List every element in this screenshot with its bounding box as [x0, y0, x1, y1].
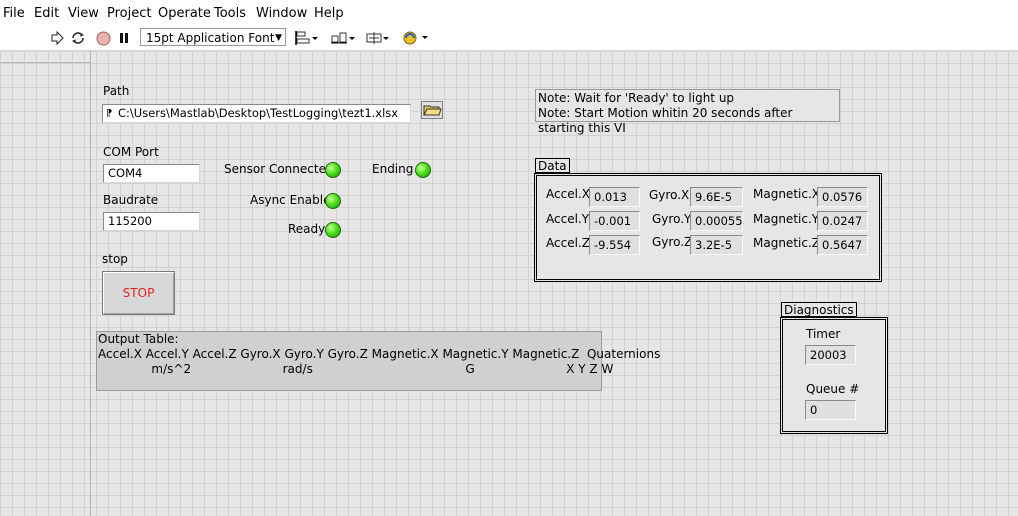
font-select[interactable]: 15pt Application Font ▼ — [140, 28, 286, 46]
accel-x-value: 0.013 — [589, 187, 640, 207]
timer-value: 20003 — [805, 345, 856, 365]
queue-value: 0 — [805, 400, 856, 420]
ready-led — [325, 222, 341, 238]
queue-label: Queue # — [806, 382, 860, 396]
async-enable-label: Async Enable — [250, 193, 331, 207]
abort-icon[interactable] — [95, 28, 111, 48]
com-port-input[interactable]: COM4 — [103, 164, 200, 183]
gyro-y-value: 0.000552 — [690, 211, 743, 231]
note-line-1: Note: Wait for 'Ready' to light up — [538, 91, 735, 105]
ending-led — [415, 162, 431, 178]
gyro-z-label: Gyro.Z — [652, 235, 693, 249]
font-select-value: 15pt Application Font — [146, 31, 275, 45]
sensor-connected-label: Sensor Connected — [224, 162, 334, 176]
distribute-icon[interactable] — [329, 28, 357, 48]
gyro-y-label: Gyro.Y — [652, 212, 692, 226]
menu-edit[interactable]: Edit — [34, 6, 59, 21]
run-arrow-icon[interactable] — [49, 28, 65, 48]
ready-label: Ready — [288, 222, 326, 236]
baudrate-input[interactable]: 115200 — [103, 212, 200, 231]
menu-project[interactable]: Project — [107, 6, 151, 21]
stop-label: stop — [102, 252, 128, 266]
output-table-headers: Accel.X Accel.Y Accel.Z Gyro.X Gyro.Y Gy… — [98, 347, 661, 361]
path-label: Path — [103, 84, 130, 98]
note-line-2: Note: Start Motion whitin 20 seconds aft… — [538, 106, 793, 135]
note-box: Note: Wait for 'Ready' to light up Note:… — [535, 89, 840, 135]
output-table-title: Output Table: — [98, 332, 179, 346]
menu-tools[interactable]: Tools — [214, 6, 246, 21]
magnetic-y-value: 0.0247 — [817, 211, 868, 231]
timer-label: Timer — [806, 327, 841, 341]
accel-z-label: Accel.Z — [546, 236, 590, 250]
magnetic-z-label: Magnetic.Z — [753, 236, 820, 250]
accel-x-label: Accel.X — [546, 187, 590, 201]
gyro-x-label: Gyro.X — [649, 188, 690, 202]
menu-help[interactable]: Help — [314, 6, 344, 21]
gyro-z-value: 3.2E-5 — [690, 235, 743, 255]
path-type-icon: ⁋ — [106, 108, 113, 119]
path-input[interactable]: ⁋ C:\Users\Mastlab\Desktop\TestLogging\t… — [102, 104, 411, 123]
baudrate-value: 115200 — [108, 214, 152, 228]
folder-icon — [423, 105, 442, 116]
diagnostics-cluster-label: Diagnostics — [781, 302, 857, 317]
output-table: Output Table: Accel.X Accel.Y Accel.Z Gy… — [96, 331, 661, 391]
magnetic-z-value: 0.5647 — [817, 235, 868, 255]
align-icon[interactable] — [293, 28, 321, 48]
com-port-value: COM4 — [108, 166, 143, 180]
menu-bar: File Edit View Project Operate Tools Win… — [0, 0, 1018, 26]
baudrate-label: Baudrate — [103, 193, 159, 207]
reorder-icon[interactable] — [401, 28, 431, 48]
toolbar: 15pt Application Font ▼ — [0, 26, 1018, 51]
run-continuous-icon[interactable] — [69, 28, 87, 48]
resize-icon[interactable] — [364, 28, 392, 48]
com-port-label: COM Port — [103, 145, 159, 159]
magnetic-x-value: 0.0576 — [817, 187, 868, 207]
panel-divider-horizontal — [0, 62, 90, 63]
async-enable-led — [325, 193, 341, 209]
accel-z-value: -9.554 — [589, 235, 640, 255]
magnetic-x-label: Magnetic.X — [753, 187, 820, 201]
stop-button[interactable]: STOP — [102, 271, 175, 315]
pause-icon[interactable] — [118, 28, 130, 48]
menu-view[interactable]: View — [68, 6, 99, 21]
data-cluster-label: Data — [535, 158, 570, 173]
menu-file[interactable]: File — [3, 6, 25, 21]
chevron-down-icon: ▼ — [275, 33, 282, 43]
menu-window[interactable]: Window — [256, 6, 307, 21]
panel-divider-vertical — [90, 51, 91, 516]
accel-y-value: -0.001 — [589, 211, 640, 231]
accel-y-label: Accel.Y — [546, 212, 590, 226]
path-value: C:\Users\Mastlab\Desktop\TestLogging\tez… — [118, 106, 399, 120]
browse-folder-button[interactable] — [421, 101, 443, 119]
menu-operate[interactable]: Operate — [158, 6, 211, 21]
output-table-units: m/s^2 rad/s G X Y Z W — [98, 362, 614, 376]
sensor-connected-led — [325, 162, 341, 178]
ending-label: Ending — [372, 162, 414, 176]
gyro-x-value: 9.6E-5 — [690, 187, 743, 207]
magnetic-y-label: Magnetic.Y — [753, 212, 820, 226]
